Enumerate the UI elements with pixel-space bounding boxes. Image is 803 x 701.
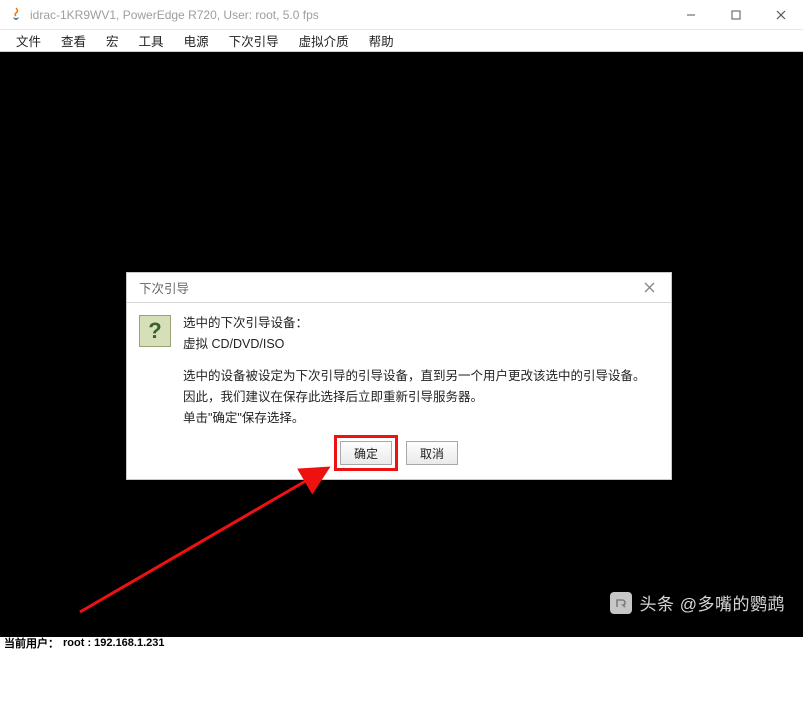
dialog-para3: 单击"确定"保存选择。 xyxy=(183,408,659,429)
watermark-icon xyxy=(610,592,632,614)
console-viewport: 下次引导 ? 选中的下次引导设备： 虚拟 CD/DVD/ISO 选中的设备被设定… xyxy=(0,52,803,637)
dialog-buttons: 确定 取消 xyxy=(127,437,671,477)
java-icon xyxy=(8,7,24,23)
status-value: root : 192.168.1.231 xyxy=(59,637,165,649)
menu-nextboot[interactable]: 下次引导 xyxy=(219,30,289,51)
window-controls xyxy=(668,0,803,29)
dialog-para2: 因此，我们建议在保存此选择后立即重新引导服务器。 xyxy=(183,387,659,408)
close-icon xyxy=(644,282,655,293)
menu-file[interactable]: 文件 xyxy=(6,30,51,51)
minimize-button[interactable] xyxy=(668,0,713,29)
menu-virtmedia[interactable]: 虚拟介质 xyxy=(289,30,359,51)
menu-macro[interactable]: 宏 xyxy=(96,30,129,51)
close-button[interactable] xyxy=(758,0,803,29)
dialog-content: 选中的下次引导设备： 虚拟 CD/DVD/ISO 选中的设备被设定为下次引导的引… xyxy=(177,313,659,429)
dialog-title: 下次引导 xyxy=(139,278,637,297)
watermark: 头条 @多嘴的鹦鹉 xyxy=(610,590,785,615)
menu-tools[interactable]: 工具 xyxy=(129,30,174,51)
menu-power[interactable]: 电源 xyxy=(174,30,219,51)
next-boot-dialog: 下次引导 ? 选中的下次引导设备： 虚拟 CD/DVD/ISO 选中的设备被设定… xyxy=(126,272,672,480)
watermark-text: 头条 @多嘴的鹦鹉 xyxy=(640,590,785,615)
window-title: idrac-1KR9WV1, PowerEdge R720, User: roo… xyxy=(30,8,668,22)
dialog-body: ? 选中的下次引导设备： 虚拟 CD/DVD/ISO 选中的设备被设定为下次引导… xyxy=(127,303,671,437)
question-icon: ? xyxy=(139,315,171,347)
maximize-button[interactable] xyxy=(713,0,758,29)
dialog-line1: 选中的下次引导设备： xyxy=(183,313,659,334)
ok-button[interactable]: 确定 xyxy=(340,441,392,465)
dialog-icon-wrap: ? xyxy=(139,313,177,429)
dialog-para1: 选中的设备被设定为下次引导的引导设备，直到另一个用户更改该选中的引导设备。 xyxy=(183,366,659,387)
menu-view[interactable]: 查看 xyxy=(51,30,96,51)
dialog-close-button[interactable] xyxy=(637,276,661,300)
titlebar: idrac-1KR9WV1, PowerEdge R720, User: roo… xyxy=(0,0,803,30)
cancel-button[interactable]: 取消 xyxy=(406,441,458,465)
menubar: 文件 查看 宏 工具 电源 下次引导 虚拟介质 帮助 xyxy=(0,30,803,52)
dialog-titlebar: 下次引导 xyxy=(127,273,671,303)
dialog-line2: 虚拟 CD/DVD/ISO xyxy=(183,334,659,355)
statusbar: 当前用户： root : 192.168.1.231 xyxy=(0,637,803,649)
menu-help[interactable]: 帮助 xyxy=(359,30,404,51)
